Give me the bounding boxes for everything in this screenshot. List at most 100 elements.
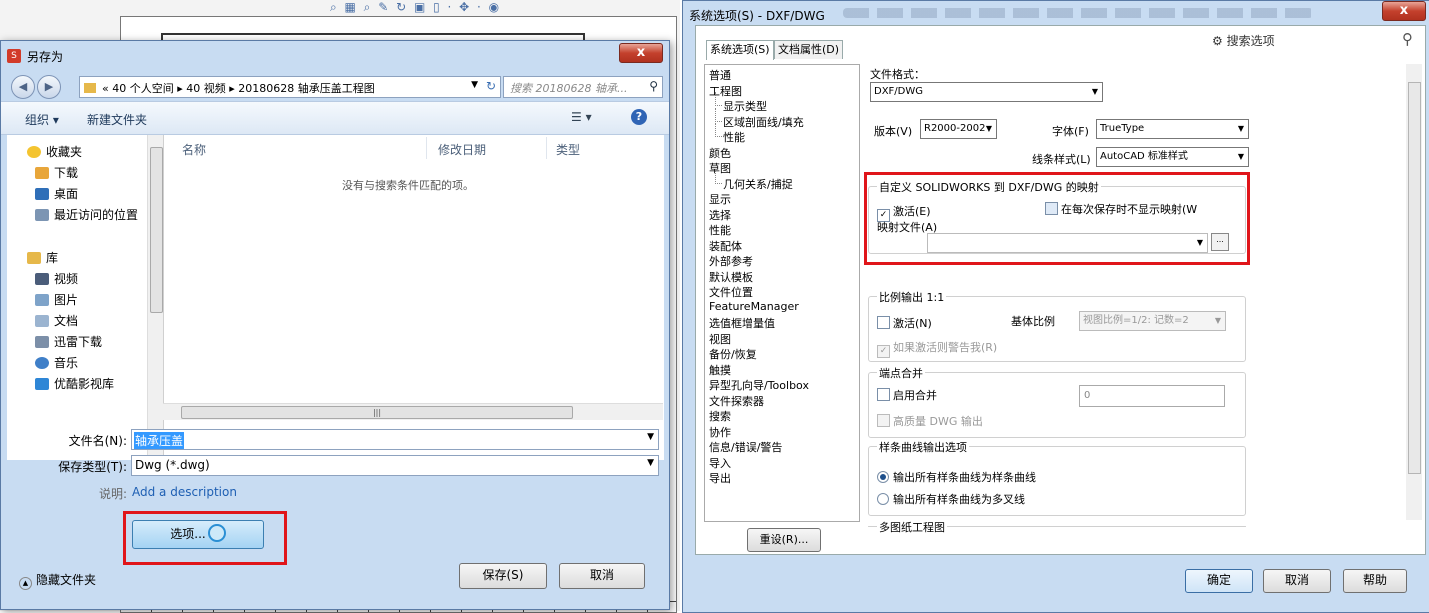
system-options-dialog: 系统选项(S) - DXF/DWG x 系统选项(S) 文档属性(D) ⚙ 搜索…: [682, 0, 1429, 613]
options-panel-scrollbar[interactable]: [1406, 64, 1422, 520]
enable-merge-checkbox[interactable]: 启用合并: [877, 387, 937, 403]
tab-system-options[interactable]: 系统选项(S): [706, 40, 774, 60]
tree-item[interactable]: 几何关系/捕捉: [715, 169, 793, 192]
tree-item[interactable]: 装配体: [709, 238, 742, 254]
chevron-down-icon[interactable]: ▼: [471, 80, 478, 90]
tree-item[interactable]: FeatureManager: [709, 300, 799, 313]
hide-folders-toggle[interactable]: ▲ 隐藏文件夹: [19, 571, 96, 590]
nav-libraries[interactable]: 库: [27, 249, 58, 267]
file-list-hscrollbar[interactable]: |||: [163, 403, 663, 420]
column-modified[interactable]: 修改日期: [438, 141, 486, 158]
tab-document-properties[interactable]: 文档属性(D): [774, 40, 844, 59]
tree-item[interactable]: 导出: [709, 470, 731, 486]
base-scale-select[interactable]: 视图比例=1/2: 记数=2 ▼: [1079, 311, 1226, 331]
ok-button[interactable]: 确定: [1185, 569, 1253, 593]
system-options-close-button[interactable]: x: [1382, 1, 1426, 21]
save-as-titlebar[interactable]: S 另存为 x: [1, 41, 669, 71]
tree-item[interactable]: 备份/恢复: [709, 346, 757, 362]
busy-spinner-icon: [207, 524, 226, 542]
version-label: 版本(V): [874, 125, 913, 138]
forward-icon[interactable]: ▶: [37, 75, 61, 99]
save-as-close-button[interactable]: x: [619, 43, 663, 63]
back-icon[interactable]: ◀: [11, 75, 35, 99]
search-input[interactable]: 搜索 20180628 轴承... ⚲: [503, 76, 663, 98]
tree-item[interactable]: 显示类型: [715, 92, 767, 114]
options-button[interactable]: 选项...: [132, 520, 264, 549]
help-icon[interactable]: ?: [631, 109, 647, 125]
cancel-button[interactable]: 取消: [1263, 569, 1331, 593]
tree-item[interactable]: 工程图: [709, 83, 742, 99]
font-label: 字体(F): [1052, 125, 1089, 138]
warn-checkbox[interactable]: ✓ 如果激活则警告我(R): [877, 339, 997, 358]
nav-pictures[interactable]: 图片: [35, 291, 78, 309]
tree-item[interactable]: 文件探索器: [709, 393, 764, 409]
view-options-icon[interactable]: ☰ ▾: [571, 110, 592, 124]
column-type[interactable]: 类型: [556, 141, 580, 158]
version-select[interactable]: R2000-2002 ▼: [920, 119, 997, 139]
save-button[interactable]: 保存(S): [459, 563, 547, 589]
tree-item[interactable]: 性能: [715, 123, 745, 145]
column-name[interactable]: 名称: [182, 141, 206, 158]
nav-pane-scrollbar[interactable]: [147, 135, 164, 460]
tree-item[interactable]: 异型孔向导/Toolbox: [709, 377, 809, 393]
spline-as-spline-radio[interactable]: 输出所有样条曲线为样条曲线: [877, 469, 1036, 485]
address-bar[interactable]: « 40 个人空间 ▸ 40 视频 ▸ 20180628 轴承压盖工程图 ▼ ↻: [79, 76, 501, 98]
search-icon[interactable]: ⚲: [1402, 30, 1413, 48]
chevron-down-icon[interactable]: ▼: [647, 458, 654, 468]
chevron-down-icon: ▼: [985, 124, 992, 133]
tree-item[interactable]: 视图: [709, 331, 731, 347]
save-type-select[interactable]: Dwg (*.dwg) ▼: [131, 455, 659, 476]
tree-item[interactable]: 颜色: [709, 145, 731, 161]
tree-item[interactable]: 导入: [709, 455, 731, 471]
scale-activate-checkbox[interactable]: 激活(N): [877, 315, 932, 331]
new-folder-button[interactable]: 新建文件夹: [87, 111, 147, 128]
tree-item[interactable]: 触摸: [709, 362, 731, 378]
desktop-icon: [35, 188, 49, 200]
tree-item[interactable]: 协作: [709, 424, 731, 440]
tree-item[interactable]: 文件位置: [709, 284, 753, 300]
multisheet-group: 多图纸工程图: [868, 519, 1246, 535]
nav-youku[interactable]: 优酷影视库: [35, 375, 114, 393]
tree-item[interactable]: 普通: [709, 67, 731, 83]
tree-item[interactable]: 显示: [709, 191, 731, 207]
nav-desktop[interactable]: 桌面: [35, 185, 78, 203]
tree-item[interactable]: 搜索: [709, 408, 731, 424]
help-button[interactable]: 帮助: [1343, 569, 1407, 593]
tree-item[interactable]: 区域剖面线/填充: [715, 107, 804, 130]
line-style-label: 线条样式(L): [1032, 153, 1091, 166]
nav-thunder-downloads[interactable]: 迅雷下载: [35, 333, 102, 351]
organize-menu[interactable]: 组织 ▾: [25, 111, 59, 128]
tree-item[interactable]: 选值框增量值: [709, 315, 775, 331]
spline-output-group: 样条曲线输出选项 输出所有样条曲线为样条曲线 输出所有样条曲线为多叉线: [868, 439, 1246, 516]
refresh-icon[interactable]: ↻: [486, 79, 496, 93]
tree-item[interactable]: 选择: [709, 207, 731, 223]
nav-downloads[interactable]: 下载: [35, 164, 78, 182]
nav-favorites[interactable]: 收藏夹: [27, 143, 82, 161]
tree-item[interactable]: 性能: [709, 222, 731, 238]
hq-dwg-checkbox[interactable]: 高质量 DWG 输出: [877, 413, 983, 429]
chevron-down-icon[interactable]: ▼: [647, 432, 654, 442]
options-tree[interactable]: 普通 工程图 显示类型 区域剖面线/填充 性能 颜色 草图 几何关系/捕捉 显示 选择 性能 装配体外…: [704, 64, 860, 522]
spline-output-legend: 样条曲线输出选项: [877, 439, 969, 455]
tree-item[interactable]: 外部参考: [709, 253, 753, 269]
font-select[interactable]: TrueType ▼: [1096, 119, 1249, 139]
merge-distance-input[interactable]: 0: [1079, 385, 1225, 407]
nav-recent[interactable]: 最近访问的位置: [35, 206, 138, 224]
line-style-select[interactable]: AutoCAD 标准样式 ▼: [1096, 147, 1249, 167]
options-search-input[interactable]: ⚙ 搜索选项: [1212, 32, 1275, 49]
cancel-button[interactable]: 取消: [559, 563, 645, 589]
reset-button[interactable]: 重设(R)...: [747, 528, 821, 552]
tree-item[interactable]: 默认模板: [709, 269, 753, 285]
tree-item[interactable]: 信息/错误/警告: [709, 439, 782, 455]
file-name-field[interactable]: 轴承压盖 ▼: [131, 429, 659, 450]
search-icon[interactable]: ⚲: [649, 79, 658, 93]
nav-documents[interactable]: 文档: [35, 312, 78, 330]
add-description-link[interactable]: Add a description: [132, 485, 237, 499]
cad-toolbar-icons[interactable]: ⌕ ▦ ⌕ ✎ ↻ ▣ ▯ · ✥ · ◉: [330, 0, 550, 16]
chevron-down-icon: ▼: [1214, 316, 1221, 325]
file-format-select[interactable]: DXF/DWG ▼: [870, 82, 1103, 102]
spline-as-polyline-radio[interactable]: 输出所有样条曲线为多叉线: [877, 491, 1025, 507]
nav-videos[interactable]: 视频: [35, 270, 78, 288]
base-scale-label: 基体比例: [1011, 315, 1055, 328]
nav-music[interactable]: 音乐: [35, 354, 78, 372]
